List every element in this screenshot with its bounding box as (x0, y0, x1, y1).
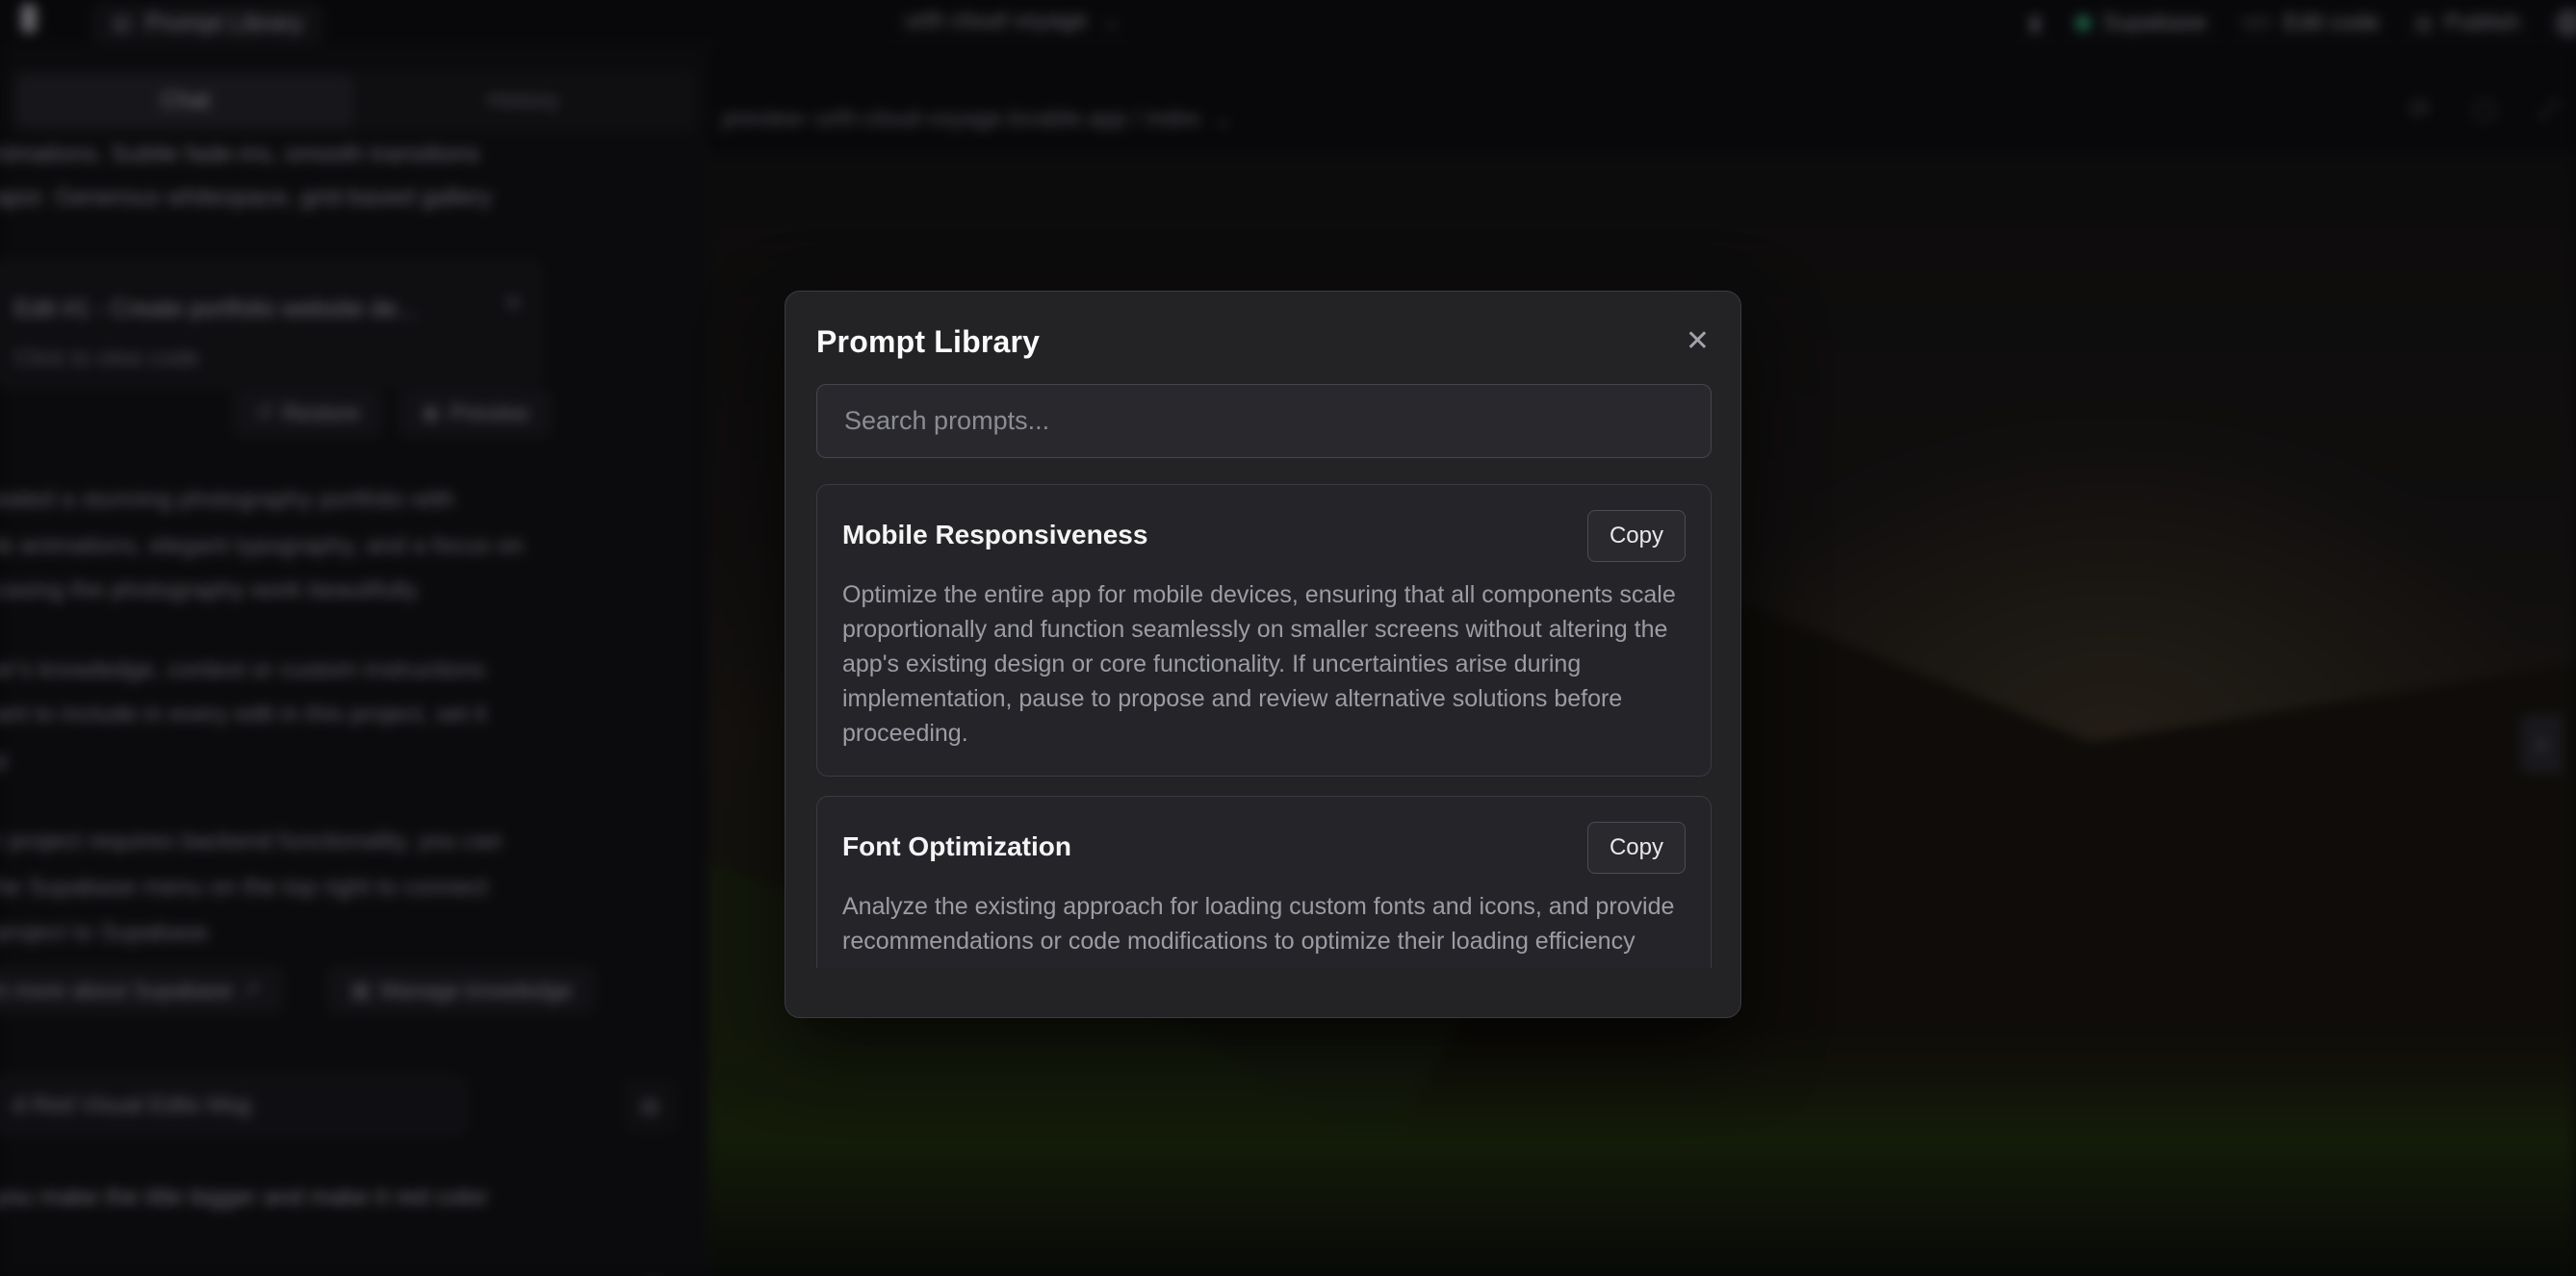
prompt-list: Mobile Responsiveness Copy Optimize the … (816, 484, 1712, 968)
search-input[interactable] (816, 384, 1712, 458)
prompt-title: Font Optimization (842, 822, 1071, 862)
prompt-body: Analyze the existing approach for loadin… (842, 889, 1686, 958)
prompt-card-header: Font Optimization Copy (842, 822, 1686, 874)
app-window: ▤ Prompt Library urth cloud voyage ⌄ ▮ S… (0, 0, 2576, 1276)
prompt-card: Mobile Responsiveness Copy Optimize the … (816, 484, 1712, 777)
prompt-body: Optimize the entire app for mobile devic… (842, 577, 1686, 751)
modal-header: Prompt Library ✕ (816, 320, 1710, 363)
copy-button[interactable]: Copy (1587, 510, 1686, 562)
prompt-title: Mobile Responsiveness (842, 510, 1147, 550)
modal-title: Prompt Library (816, 324, 1040, 360)
prompt-library-modal: Prompt Library ✕ Mobile Responsiveness C… (785, 291, 1741, 1018)
close-icon[interactable]: ✕ (1686, 327, 1710, 356)
prompt-card: Font Optimization Copy Analyze the exist… (816, 796, 1712, 968)
prompt-card-header: Mobile Responsiveness Copy (842, 510, 1686, 562)
copy-button[interactable]: Copy (1587, 822, 1686, 874)
